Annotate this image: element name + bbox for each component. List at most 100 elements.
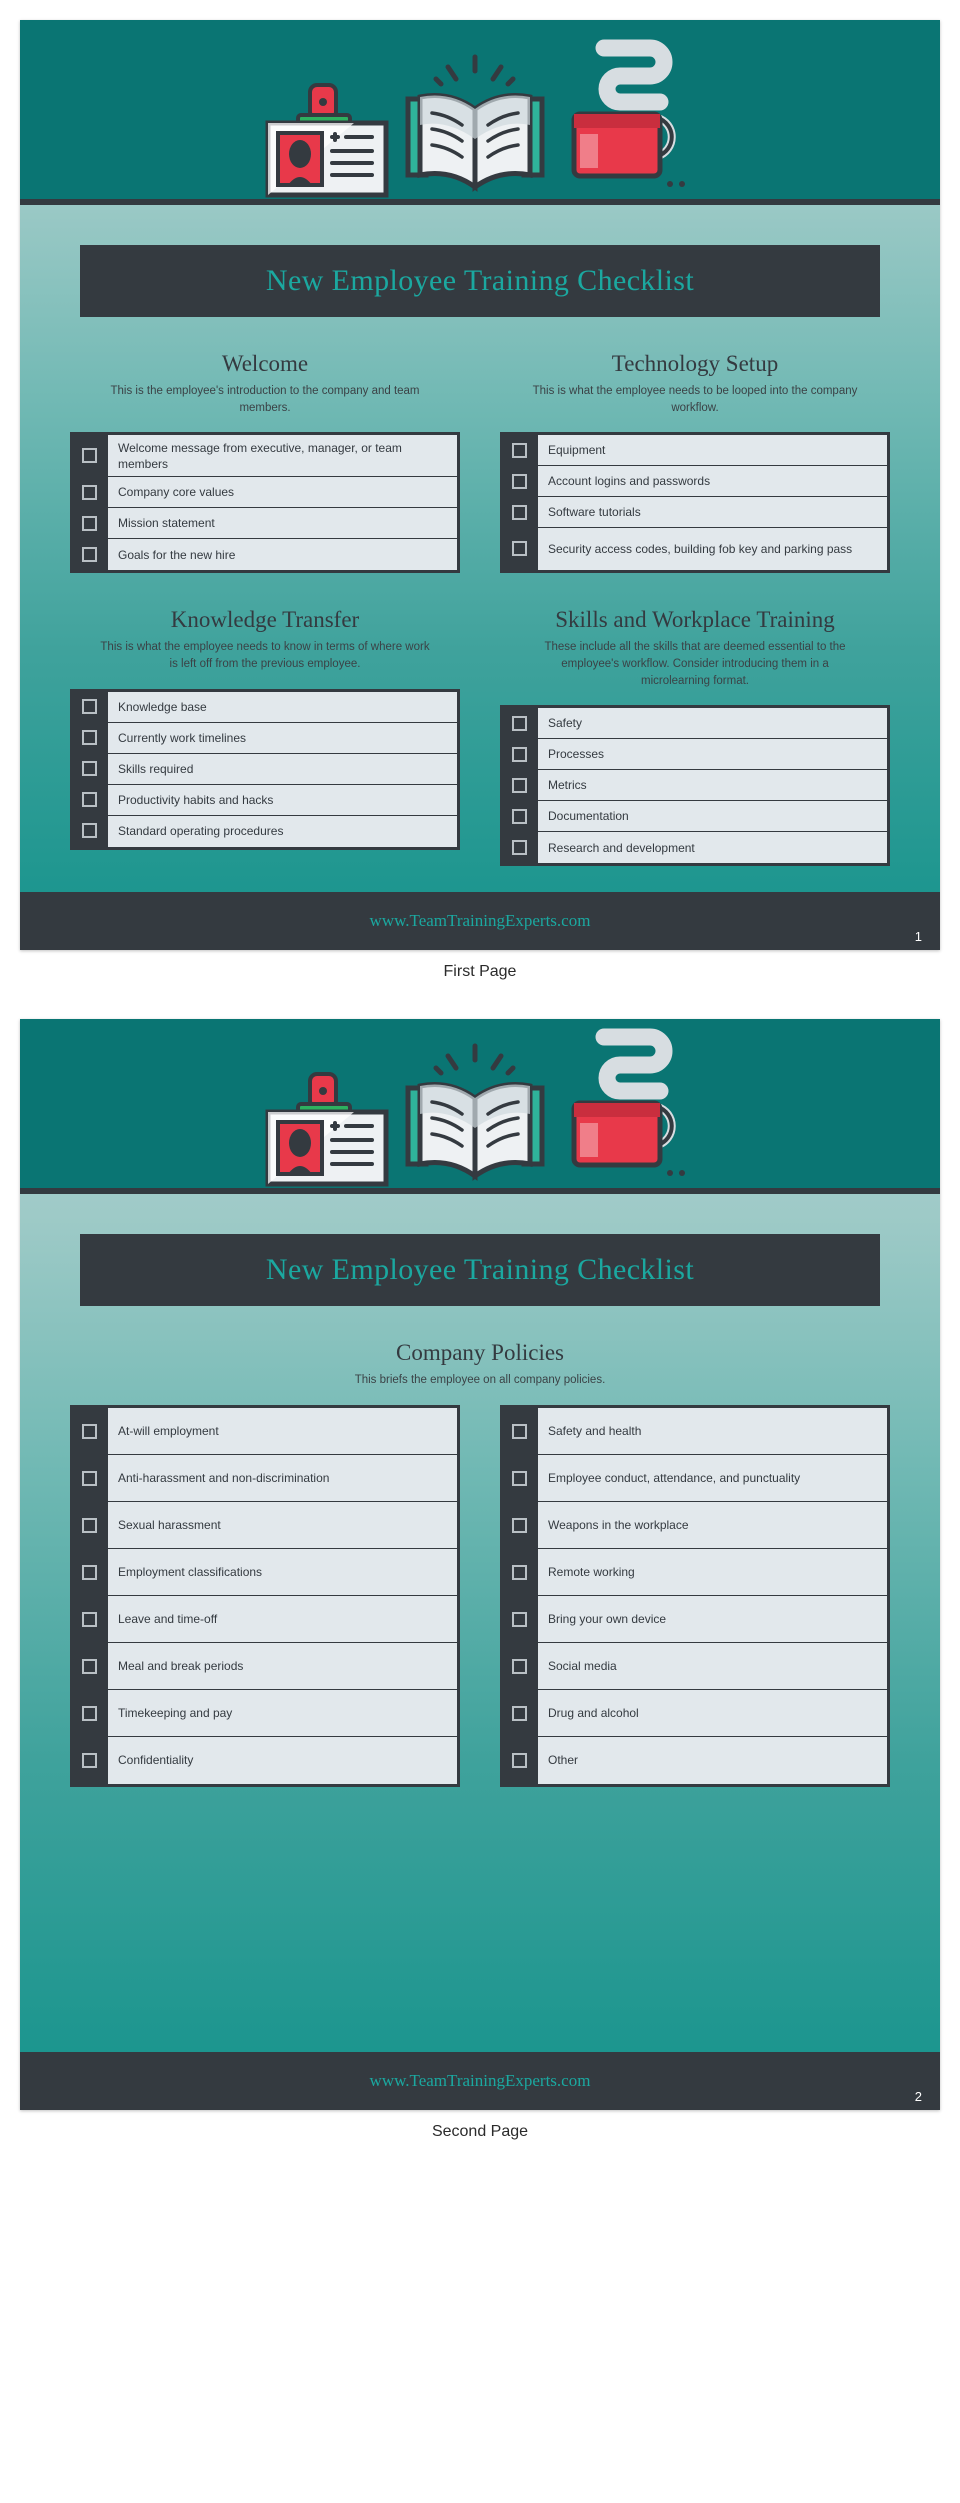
footer-url[interactable]: www.TeamTrainingExperts.com [370, 911, 591, 931]
list-item[interactable]: Goals for the new hire [108, 539, 457, 571]
list-item[interactable]: Software tutorials [538, 497, 887, 529]
checkbox-icon[interactable] [81, 1517, 97, 1533]
checkbox-cell[interactable] [70, 477, 108, 508]
list-item[interactable]: Security access codes, building fob key … [538, 528, 887, 571]
checkbox-icon[interactable] [511, 746, 527, 762]
checkbox-cell[interactable] [500, 801, 538, 832]
checkbox-icon[interactable] [81, 1423, 97, 1439]
list-item[interactable]: Welcome message from executive, manager,… [108, 435, 457, 478]
list-item[interactable]: Research and development [538, 832, 887, 864]
checkbox-cell[interactable] [70, 1549, 108, 1596]
checkbox-cell[interactable] [70, 1455, 108, 1502]
checkbox-cell[interactable] [500, 497, 538, 528]
list-item[interactable]: Social media [538, 1643, 887, 1691]
checkbox-icon[interactable] [511, 1517, 527, 1533]
checkbox-cell[interactable] [500, 1690, 538, 1737]
list-item[interactable]: Standard operating procedures [108, 815, 457, 847]
checkbox-cell[interactable] [70, 508, 108, 539]
checkbox-cell[interactable] [500, 1502, 538, 1549]
checkbox-cell[interactable] [500, 739, 538, 770]
checkbox-icon[interactable] [81, 1705, 97, 1721]
checkbox-cell[interactable] [70, 1408, 108, 1455]
list-item[interactable]: Employment classifications [108, 1549, 457, 1597]
checkbox-icon[interactable] [81, 546, 97, 562]
list-item[interactable]: Sexual harassment [108, 1502, 457, 1550]
list-item[interactable]: Knowledge base [108, 691, 457, 723]
list-item[interactable]: Skills required [108, 753, 457, 785]
list-item[interactable]: Equipment [538, 435, 887, 467]
checkbox-cell[interactable] [500, 770, 538, 801]
checkbox-icon[interactable] [511, 1423, 527, 1439]
list-item[interactable]: Processes [538, 739, 887, 771]
list-item[interactable]: Meal and break periods [108, 1643, 457, 1691]
list-item[interactable]: Documentation [538, 801, 887, 833]
checkbox-icon[interactable] [81, 823, 97, 839]
checkbox-icon[interactable] [511, 839, 527, 855]
checkbox-icon[interactable] [81, 1611, 97, 1627]
list-item[interactable]: Weapons in the workplace [538, 1502, 887, 1550]
checkbox-cell[interactable] [500, 832, 538, 863]
checkbox-cell[interactable] [500, 1408, 538, 1455]
checkbox-cell[interactable] [500, 1596, 538, 1643]
checkbox-icon[interactable] [511, 541, 527, 557]
checkbox-cell[interactable] [70, 785, 108, 816]
list-item[interactable]: Anti-harassment and non-discrimination [108, 1455, 457, 1503]
list-item[interactable]: Account logins and passwords [538, 466, 887, 498]
checkbox-cell[interactable] [70, 1690, 108, 1737]
list-item[interactable]: Productivity habits and hacks [108, 784, 457, 816]
checkbox-icon[interactable] [81, 761, 97, 777]
checkbox-icon[interactable] [511, 808, 527, 824]
checkbox-icon[interactable] [511, 1658, 527, 1674]
checkbox-icon[interactable] [81, 1752, 97, 1768]
checkbox-cell[interactable] [70, 723, 108, 754]
checkbox-icon[interactable] [81, 730, 97, 746]
checkbox-icon[interactable] [81, 448, 97, 464]
checkbox-cell[interactable] [70, 1502, 108, 1549]
list-item[interactable]: Currently work timelines [108, 722, 457, 754]
checkbox-cell[interactable] [500, 466, 538, 497]
list-item[interactable]: Confidentiality [108, 1737, 457, 1785]
checkbox-icon[interactable] [511, 1752, 527, 1768]
checkbox-cell[interactable] [70, 754, 108, 785]
list-item[interactable]: Timekeeping and pay [108, 1690, 457, 1738]
checkbox-cell[interactable] [500, 1643, 538, 1690]
list-item[interactable]: Safety and health [538, 1408, 887, 1456]
checkbox-cell[interactable] [70, 1737, 108, 1784]
list-item[interactable]: Safety [538, 708, 887, 740]
checkbox-cell[interactable] [500, 1455, 538, 1502]
checkbox-icon[interactable] [81, 699, 97, 715]
list-item[interactable]: Drug and alcohol [538, 1690, 887, 1738]
checkbox-icon[interactable] [81, 1470, 97, 1486]
checkbox-icon[interactable] [511, 442, 527, 458]
checkbox-icon[interactable] [81, 1658, 97, 1674]
checkbox-icon[interactable] [81, 1564, 97, 1580]
checkbox-cell[interactable] [500, 1737, 538, 1784]
checkbox-icon[interactable] [81, 484, 97, 500]
list-item[interactable]: At-will employment [108, 1408, 457, 1456]
checkbox-icon[interactable] [511, 1705, 527, 1721]
list-item[interactable]: Remote working [538, 1549, 887, 1597]
list-item[interactable]: Bring your own device [538, 1596, 887, 1644]
checkbox-cell[interactable] [70, 692, 108, 723]
checkbox-cell[interactable] [500, 708, 538, 739]
list-item[interactable]: Metrics [538, 770, 887, 802]
checkbox-cell[interactable] [70, 1596, 108, 1643]
checkbox-cell[interactable] [70, 1643, 108, 1690]
checkbox-icon[interactable] [511, 1470, 527, 1486]
checkbox-cell[interactable] [70, 816, 108, 847]
checkbox-icon[interactable] [81, 792, 97, 808]
list-item[interactable]: Mission statement [108, 508, 457, 540]
checkbox-cell[interactable] [70, 435, 108, 477]
checkbox-icon[interactable] [511, 1564, 527, 1580]
checkbox-cell[interactable] [500, 528, 538, 570]
checkbox-icon[interactable] [81, 515, 97, 531]
checkbox-icon[interactable] [511, 1611, 527, 1627]
checkbox-cell[interactable] [500, 1549, 538, 1596]
checkbox-cell[interactable] [70, 539, 108, 570]
list-item[interactable]: Leave and time-off [108, 1596, 457, 1644]
checkbox-icon[interactable] [511, 715, 527, 731]
list-item[interactable]: Other [538, 1737, 887, 1785]
footer-url[interactable]: www.TeamTrainingExperts.com [370, 2071, 591, 2091]
list-item[interactable]: Company core values [108, 477, 457, 509]
list-item[interactable]: Employee conduct, attendance, and punctu… [538, 1455, 887, 1503]
